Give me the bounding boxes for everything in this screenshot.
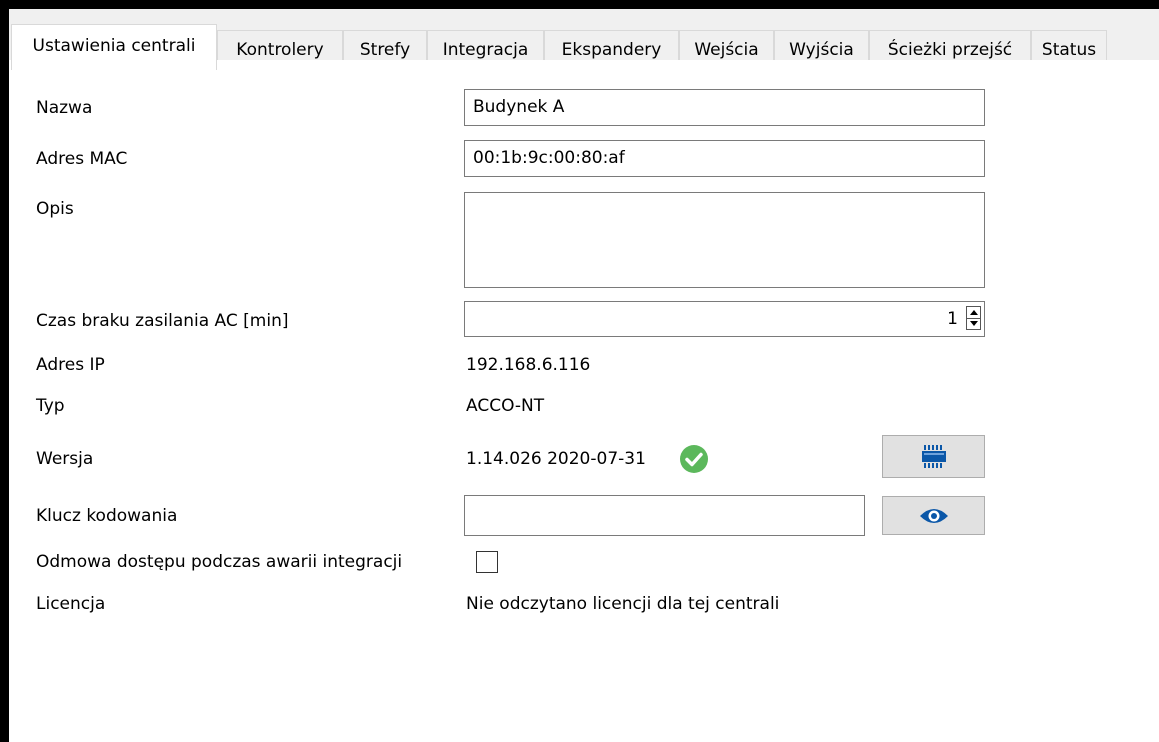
eye-icon <box>920 509 948 523</box>
version-label: Wersja <box>36 449 94 469</box>
encryption-key-label: Klucz kodowania <box>36 506 178 526</box>
name-label: Nazwa <box>36 98 93 118</box>
window-frame-left <box>0 0 9 742</box>
ac-loss-spinbox[interactable]: 1 <box>464 301 985 337</box>
tab-bar: Ustawienia centrali Kontrolery Strefy In… <box>9 9 1159 70</box>
type-value: ACCO-NT <box>466 396 545 416</box>
license-label: Licencja <box>36 594 106 614</box>
mac-input[interactable]: 00:1b:9c:00:80:af <box>464 140 985 177</box>
encryption-key-input[interactable] <box>464 495 865 536</box>
ip-value: 192.168.6.116 <box>466 355 591 375</box>
tab-ustawienia-centrali[interactable]: Ustawienia centrali <box>11 24 217 70</box>
window-frame-top <box>0 0 1159 9</box>
name-input[interactable]: Budynek A <box>464 89 985 126</box>
type-label: Typ <box>36 396 65 416</box>
ip-label: Adres IP <box>36 355 105 375</box>
description-label: Opis <box>36 199 74 219</box>
chip-icon <box>922 445 946 468</box>
license-value: Nie odczytano licencji dla tej centrali <box>466 594 780 614</box>
deny-access-label: Odmowa dostępu podczas awarii integracji <box>36 552 403 572</box>
spin-arrows[interactable] <box>966 306 981 330</box>
settings-panel: Nazwa Budynek A Adres MAC 00:1b:9c:00:80… <box>9 60 1159 742</box>
deny-access-checkbox[interactable] <box>476 551 498 573</box>
spin-down-icon[interactable] <box>967 318 980 329</box>
check-circle-icon <box>680 445 708 473</box>
version-value: 1.14.026 2020-07-31 <box>466 449 646 469</box>
firmware-update-button[interactable] <box>882 435 985 478</box>
description-textarea[interactable] <box>464 192 985 288</box>
reveal-key-button[interactable] <box>882 496 985 535</box>
mac-label: Adres MAC <box>36 149 128 169</box>
ac-loss-value: 1 <box>947 309 958 329</box>
ac-loss-label: Czas braku zasilania AC [min] <box>36 311 289 331</box>
